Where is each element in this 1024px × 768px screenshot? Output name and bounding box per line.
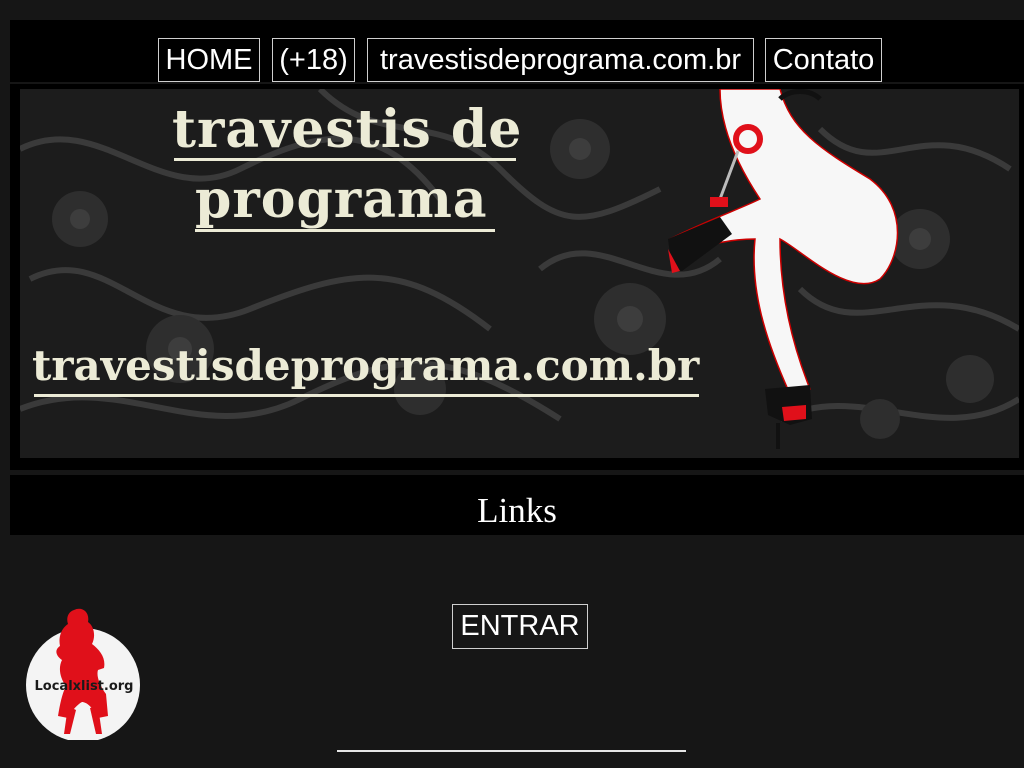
links-header-bar: Links [10,475,1024,535]
site-banner: travestis de programa travestisdeprogram… [20,89,1019,458]
top-navigation: HOME (+18) travestisdeprograma.com.br Co… [10,20,1024,82]
nav-adult-link[interactable]: (+18) [272,38,355,82]
banner-title-underline-1 [174,158,516,161]
links-heading: Links [477,491,557,530]
banner-title-line2: programa [195,169,488,230]
localxlist-badge[interactable]: Localxlist.org [24,606,144,742]
banner-domain: travestisdeprograma.com.br [32,341,700,390]
nav-site-link[interactable]: travestisdeprograma.com.br [367,38,754,82]
nav-home-link[interactable]: HOME [158,38,260,82]
localxlist-label: Localxlist.org [34,679,134,694]
banner-title-underline-2 [195,229,495,232]
page: HOME (+18) travestisdeprograma.com.br Co… [0,0,1024,768]
banner-title-line1: travestis de [172,99,523,160]
enter-button[interactable]: ENTRAR [452,604,588,649]
banner-domain-underline [34,394,699,397]
localxlist-logo-icon [26,608,140,742]
footer-divider [337,750,686,752]
nav-contact-link[interactable]: Contato [765,38,882,82]
